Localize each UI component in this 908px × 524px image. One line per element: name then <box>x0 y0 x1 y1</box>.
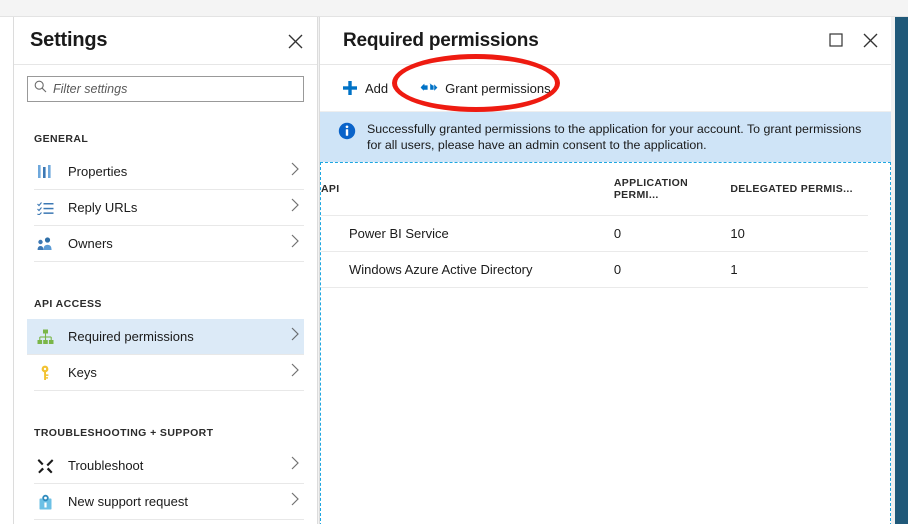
settings-blade: Settings GENERAL <box>13 17 318 524</box>
info-notification-text: Successfully granted permissions to the … <box>367 122 862 152</box>
grant-permissions-label: Grant permissions <box>445 80 551 96</box>
sidebar-item-keys[interactable]: Keys <box>34 355 304 391</box>
cell-api: Power BI Service <box>321 215 614 252</box>
grant-permissions-button[interactable]: Grant permissions <box>420 73 560 103</box>
grant-permissions-icon <box>420 81 438 95</box>
page-title: Settings <box>30 29 108 51</box>
maximize-icon[interactable] <box>825 29 847 51</box>
chevron-right-icon <box>290 161 300 182</box>
sidebar-item-owners[interactable]: Owners <box>34 226 304 262</box>
table-header-row: API APPLICATION PERMI... DELEGATED PERMI… <box>321 163 868 216</box>
column-header-api[interactable]: API <box>321 163 614 216</box>
top-chrome-strip <box>0 0 908 17</box>
settings-nav-list-troubleshooting: Troubleshoot New support request <box>14 448 317 520</box>
group-header-general: GENERAL <box>34 133 89 145</box>
sidebar-item-label: Reply URLs <box>68 200 138 215</box>
settings-group-troubleshooting: TROUBLESHOOTING + SUPPORT Troubleshoot N… <box>14 421 317 520</box>
permissions-toolbar: Add Grant permissions <box>320 65 891 112</box>
sidebar-item-label: Keys <box>68 365 97 380</box>
owners-icon <box>34 234 56 254</box>
cell-api: Windows Azure Active Directory <box>321 251 614 288</box>
support-icon <box>34 492 56 512</box>
sidebar-item-label: Troubleshoot <box>68 458 144 473</box>
cell-application-permissions: 0 <box>613 251 731 288</box>
required-permissions-blade: Required permissions Add Grant permissio… <box>319 17 891 524</box>
right-rail <box>895 17 908 524</box>
column-header-application-permissions[interactable]: APPLICATION PERMI... <box>613 163 731 216</box>
info-icon <box>338 122 356 145</box>
search-icon <box>34 80 53 98</box>
table-body: Power BI Service 0 10 Windows Azure Acti… <box>321 215 868 288</box>
filter-settings-box[interactable] <box>27 76 304 102</box>
table-header: API APPLICATION PERMI... DELEGATED PERMI… <box>321 163 868 216</box>
cell-delegated-permissions: 10 <box>730 215 868 252</box>
table-row[interactable]: Windows Azure Active Directory 0 1 <box>321 251 868 288</box>
required-permissions-table: API APPLICATION PERMI... DELEGATED PERMI… <box>321 163 868 288</box>
plus-icon <box>342 80 358 96</box>
wrench-screwdriver-icon <box>34 456 56 476</box>
add-button-label: Add <box>365 80 389 96</box>
settings-group-api-access: API ACCESS Required permissions Keys <box>14 292 317 391</box>
blade-title: Required permissions <box>343 29 539 51</box>
permissions-content-area: API APPLICATION PERMI... DELEGATED PERMI… <box>320 162 891 524</box>
column-header-delegated-permissions[interactable]: DELEGATED PERMIS... <box>730 163 868 216</box>
table-row[interactable]: Power BI Service 0 10 <box>321 215 868 252</box>
sidebar-item-label: Owners <box>68 236 113 251</box>
hierarchy-icon <box>34 327 56 347</box>
settings-nav-list-api-access: Required permissions Keys <box>14 319 317 391</box>
blade-header-actions <box>825 29 881 51</box>
close-icon[interactable] <box>283 29 307 53</box>
list-icon <box>34 198 56 218</box>
chevron-right-icon <box>290 455 300 476</box>
cell-application-permissions: 0 <box>613 215 731 252</box>
sidebar-item-troubleshoot[interactable]: Troubleshoot <box>34 448 304 484</box>
permissions-table-wrapper: API APPLICATION PERMI... DELEGATED PERMI… <box>321 163 890 288</box>
chevron-right-icon <box>290 362 300 383</box>
chevron-right-icon <box>290 491 300 512</box>
azure-portal-screen: Settings GENERAL <box>0 0 908 524</box>
permissions-blade-header: Required permissions <box>320 17 891 65</box>
add-button[interactable]: Add <box>342 73 398 103</box>
search-input[interactable] <box>53 78 297 100</box>
left-gutter <box>0 17 13 524</box>
info-notification-bar: Successfully granted permissions to the … <box>320 112 891 162</box>
settings-group-general: GENERAL Properties Reply URLs Owners <box>14 127 317 262</box>
cell-delegated-permissions: 1 <box>730 251 868 288</box>
filter-settings-container <box>14 65 317 102</box>
sidebar-item-required-permissions[interactable]: Required permissions <box>27 319 304 355</box>
sidebar-item-new-support-request[interactable]: New support request <box>34 484 304 520</box>
settings-nav-list-general: Properties Reply URLs Owners <box>14 154 317 262</box>
chevron-right-icon <box>290 233 300 254</box>
sidebar-item-label: Required permissions <box>68 329 194 344</box>
properties-icon <box>34 162 56 182</box>
sidebar-item-reply-urls[interactable]: Reply URLs <box>34 190 304 226</box>
sidebar-item-label: New support request <box>68 494 188 509</box>
close-icon[interactable] <box>859 29 881 51</box>
group-header-api-access: API ACCESS <box>34 298 102 310</box>
settings-blade-header: Settings <box>14 17 317 65</box>
chevron-right-icon <box>290 326 300 347</box>
sidebar-item-label: Properties <box>68 164 128 179</box>
chevron-right-icon <box>290 197 300 218</box>
key-icon <box>34 363 56 383</box>
sidebar-item-properties[interactable]: Properties <box>34 154 304 190</box>
group-header-troubleshooting: TROUBLESHOOTING + SUPPORT <box>34 427 214 439</box>
